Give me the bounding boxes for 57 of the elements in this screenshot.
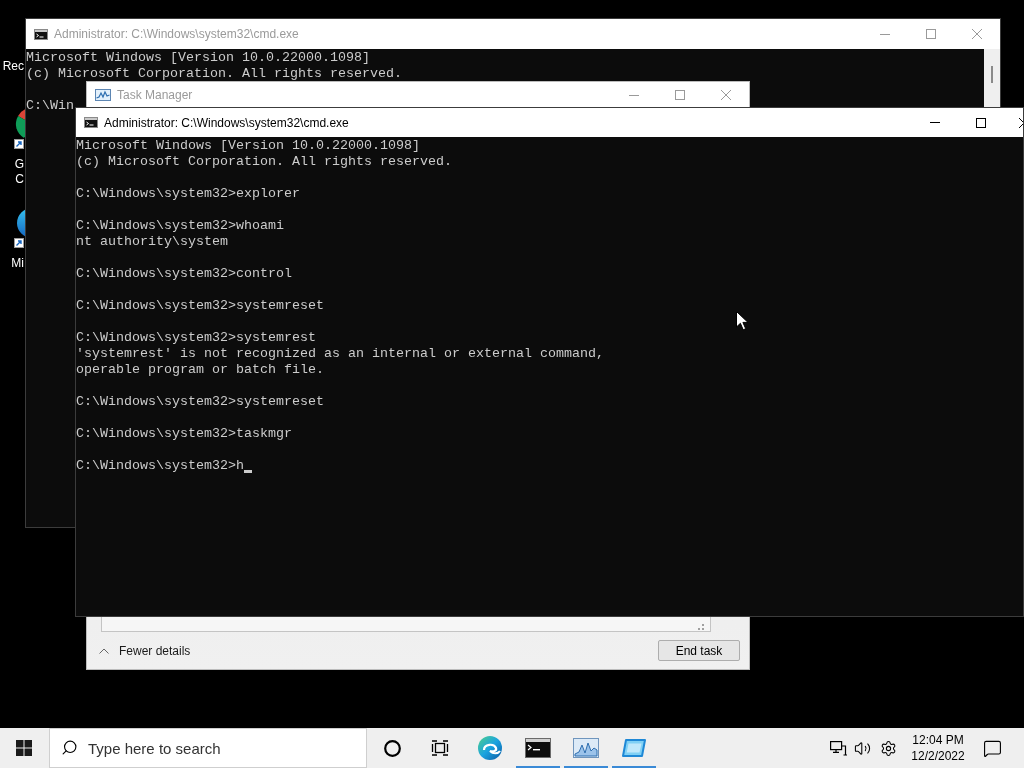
- notification-icon: [982, 738, 1002, 758]
- browser-shortcut-icon[interactable]: [14, 107, 25, 151]
- ring-icon: [383, 739, 401, 757]
- network-icon: [829, 740, 847, 756]
- desktop-icon-label[interactable]: Rec: [2, 59, 25, 74]
- window-title: Administrator: C:\Windows\system32\cmd.exe: [54, 26, 299, 43]
- console-line: C:\Windows\system32>control: [76, 266, 292, 282]
- chart-window-icon: [95, 89, 111, 101]
- console-icon: [525, 738, 551, 758]
- console-line: (c) Microsoft Corporation. All rights reserved.: [76, 154, 452, 170]
- maximize-icon: [675, 90, 685, 100]
- search-field[interactable]: Type here to search: [49, 728, 367, 768]
- minimize-icon: [930, 122, 940, 123]
- close-icon: [972, 29, 982, 39]
- console-line: C:\Windows\system32>systemreset: [76, 394, 324, 410]
- slanted-screen-icon: [621, 738, 647, 758]
- minimize-icon: [880, 33, 890, 35]
- desktop-icon-label[interactable]: C: [15, 172, 25, 187]
- end-task-button[interactable]: End task: [658, 640, 740, 661]
- clock-date[interactable]: 12/2/2022: [911, 748, 965, 764]
- caret-up-icon: [99, 647, 109, 654]
- console-line: C:\Windows\system32>whoami: [76, 218, 284, 234]
- console-icon: [84, 117, 98, 128]
- task-view-icon: [431, 740, 449, 756]
- window-title: Administrator: C:\Windows\system32\cmd.exe: [104, 114, 349, 132]
- console-line: 'systemrest' is not recognized as an internal or external command,: [76, 346, 604, 362]
- console-line: (c) Microsoft Corporation. All rights reserved.: [26, 66, 402, 82]
- console-line: C:\Windows\system32>systemreset: [76, 298, 324, 314]
- console-line: C:\Windows\system32>taskmgr: [76, 426, 292, 442]
- console-line: Microsoft Windows [Version 10.0.22000.1098]: [26, 50, 370, 66]
- console-line: C:\Windows\system32>h: [76, 458, 244, 474]
- settings-icon: [879, 739, 897, 757]
- close-icon: [721, 90, 731, 100]
- console-icon: [34, 28, 48, 40]
- search-icon: [61, 739, 78, 756]
- fewer-details-button[interactable]: Fewer details: [99, 641, 191, 660]
- console-line: C:\Windows\system32>systemrest: [76, 330, 316, 346]
- resize-grip-icon[interactable]: [698, 624, 704, 630]
- console-line: nt authority\system: [76, 234, 228, 250]
- maximize-icon: [976, 117, 986, 128]
- mouse-pointer-icon: [736, 311, 749, 331]
- window-title: Task Manager: [117, 87, 193, 104]
- scrollbar-thumb[interactable]: [991, 66, 993, 83]
- desktop-icon-label[interactable]: G: [14, 157, 25, 172]
- chart-window-icon: [573, 738, 599, 758]
- maximize-icon: [926, 29, 936, 39]
- browser-icon: [477, 735, 503, 761]
- console-line: Microsoft Windows [Version 10.0.22000.1098]: [76, 138, 420, 154]
- console-line: C:\Win: [26, 98, 74, 114]
- console-line: operable program or batch file.: [76, 362, 324, 378]
- desktop-icon-label[interactable]: Mi: [11, 256, 25, 271]
- volume-icon: [853, 739, 871, 757]
- minimize-icon: [629, 94, 639, 96]
- console-line: C:\Windows\system32>explorer: [76, 186, 300, 202]
- clock-time[interactable]: 12:04 PM: [912, 732, 964, 748]
- scrollbar[interactable]: [984, 49, 1000, 108]
- windows-logo-icon: [16, 740, 32, 756]
